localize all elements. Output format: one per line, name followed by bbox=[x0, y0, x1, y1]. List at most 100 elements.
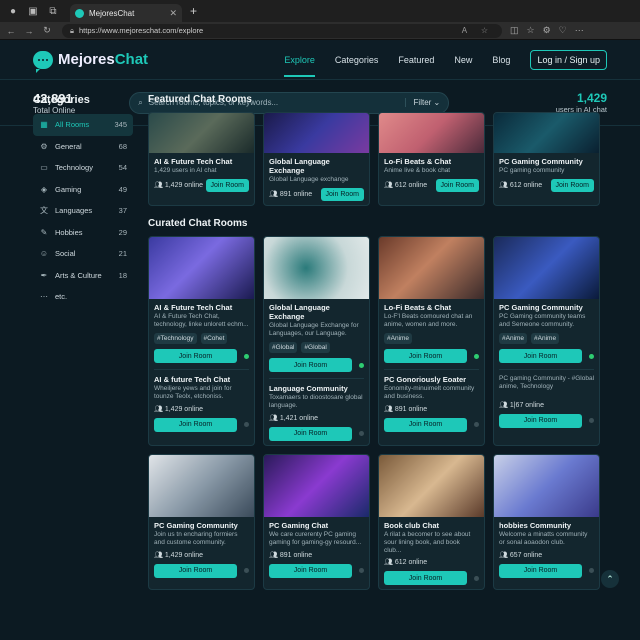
room-thumbnail bbox=[494, 236, 599, 299]
nav-blog[interactable]: Blog bbox=[492, 55, 510, 65]
join-room-button[interactable]: Join Room bbox=[269, 563, 353, 578]
join-room-button[interactable]: Join Room bbox=[499, 349, 583, 364]
forward-icon[interactable]: → bbox=[22, 26, 36, 36]
curated-card[interactable]: AI & Future Tech Chat AI & Future Tech C… bbox=[148, 235, 255, 446]
nav-featured[interactable]: Featured bbox=[398, 55, 434, 65]
room-thumbnail bbox=[379, 454, 484, 517]
logo[interactable]: Mejores Chat bbox=[33, 50, 148, 73]
tag[interactable]: #Cohet bbox=[200, 333, 228, 345]
extensions-icon[interactable]: ⚙ bbox=[543, 25, 551, 36]
grid-icon: ▦ bbox=[40, 120, 48, 130]
join-room-button[interactable]: Join Room bbox=[384, 417, 468, 432]
join-room-button[interactable]: Join Room bbox=[154, 417, 238, 432]
card-subtitle-secondary: Toxamaers to dioostosare global language… bbox=[269, 394, 363, 410]
room-card[interactable]: hobbies Community Welcome a minatts commu… bbox=[493, 453, 600, 591]
card-title: Book club Chat bbox=[384, 520, 440, 530]
url-actions-icons[interactable]: A ☆ bbox=[462, 26, 494, 35]
sidebar-item-general[interactable]: ⚙ General 68 bbox=[33, 136, 133, 158]
room-card[interactable]: PC Gaming Community Join us tn encharing … bbox=[148, 453, 255, 591]
browser-essentials-icon[interactable]: ♡ bbox=[559, 25, 567, 36]
tag[interactable]: #Anime bbox=[384, 333, 413, 345]
card-title: PC Gaming Community bbox=[154, 520, 238, 530]
tab-actions-icon[interactable]: ⧉ bbox=[46, 4, 60, 18]
curated-card[interactable]: Lo-Fi Beats & Chat Lo-F'l Beats comoured… bbox=[378, 235, 485, 446]
sidebar-item-hobbies[interactable]: ✎ Hobbies 29 bbox=[33, 222, 133, 244]
sidebar-item-more[interactable]: ⋯ etc. bbox=[33, 286, 133, 308]
sidebar-item-languages[interactable]: 文 Languages 37 bbox=[33, 200, 133, 222]
join-room-button[interactable]: Join Room bbox=[384, 349, 468, 364]
sidebar-item-label: Technology bbox=[55, 163, 93, 173]
sidebar-item-all-rooms[interactable]: ▦ All Rooms 345 bbox=[33, 114, 133, 136]
sidebar-item-social[interactable]: ☺ Social 21 bbox=[33, 243, 133, 265]
sidebar-item-technology[interactable]: ▭ Technology 54 bbox=[33, 157, 133, 179]
room-card[interactable]: PC Gaming Chat We care curerenty PC gamin… bbox=[263, 453, 370, 591]
split-screen-icon[interactable]: ◫ bbox=[510, 25, 519, 36]
online-count: 1|67 online bbox=[509, 401, 544, 409]
users-icon: 👥︎ bbox=[384, 405, 393, 413]
join-room-button[interactable]: Join Room bbox=[269, 426, 353, 441]
tag[interactable]: #Global bbox=[269, 342, 298, 354]
featured-card[interactable]: AI & Future Tech Chat 1,429 users in AI c… bbox=[148, 112, 255, 206]
url-field[interactable]: 🔒︎ https://www.mejoreschat.com/explore A… bbox=[62, 23, 502, 38]
sidebar-item-label: Languages bbox=[55, 206, 93, 216]
join-room-button[interactable]: Join Room bbox=[384, 571, 468, 586]
nav-categories[interactable]: Categories bbox=[335, 55, 379, 65]
online-count: 1,429 online bbox=[164, 405, 203, 413]
status-dot bbox=[359, 431, 364, 437]
room-thumbnail bbox=[149, 454, 254, 517]
menu-icon[interactable]: ⋯ bbox=[575, 25, 584, 36]
curated-card[interactable]: PC Gaming Community PC Gaming community … bbox=[493, 235, 600, 446]
tab-title: MejoresChat bbox=[89, 8, 135, 18]
online-count: 1,429 online bbox=[164, 551, 203, 559]
join-room-button[interactable]: Join Room bbox=[205, 178, 249, 192]
featured-card[interactable]: Lo-Fi Beats & Chat Anime live & book chat… bbox=[378, 112, 485, 206]
reload-icon[interactable]: ↻ bbox=[40, 25, 54, 36]
join-room-button[interactable]: Join Room bbox=[499, 413, 583, 428]
join-room-button[interactable]: Join Room bbox=[154, 563, 238, 578]
sidebar-item-label: General bbox=[55, 141, 82, 151]
collections-icon[interactable]: ▣ bbox=[26, 4, 40, 18]
browser-toolbar-icons: ◫ ☆ ⚙ ♡ ⋯ bbox=[510, 25, 584, 36]
join-room-button[interactable]: Join Room bbox=[320, 187, 364, 201]
status-dot bbox=[359, 568, 364, 574]
browser-tab[interactable]: MejoresChat ✕ bbox=[70, 4, 182, 22]
people-icon: ☺ bbox=[39, 249, 49, 259]
join-room-button[interactable]: Join Room bbox=[269, 358, 353, 373]
tag[interactable]: #Technology bbox=[154, 333, 197, 345]
tag[interactable]: #Anime bbox=[499, 333, 528, 345]
nav-explore[interactable]: Explore bbox=[284, 55, 315, 77]
featured-card[interactable]: Global Language Exchange Global Language … bbox=[263, 112, 370, 206]
card-title: Global Language Exchange bbox=[269, 157, 330, 175]
card-subtitle: Global Language exchange bbox=[269, 176, 349, 183]
room-thumbnail bbox=[264, 454, 369, 517]
room-card[interactable]: Book club Chat A rilat a becomer to see a… bbox=[378, 453, 485, 591]
join-room-button[interactable]: Join Room bbox=[550, 178, 594, 192]
users-icon: 👥︎ bbox=[269, 551, 278, 559]
nav-new[interactable]: New bbox=[454, 55, 472, 65]
featured-card[interactable]: PC Gaming Community PC gaming community 👥… bbox=[493, 112, 600, 206]
join-room-button[interactable]: Join Room bbox=[154, 349, 238, 364]
join-room-button[interactable]: Join Room bbox=[435, 178, 479, 192]
tag[interactable]: #Global bbox=[301, 342, 330, 354]
users-icon: 👥︎ bbox=[384, 559, 393, 567]
profile-icon[interactable]: ● bbox=[6, 4, 20, 18]
back-icon[interactable]: ← bbox=[4, 26, 18, 36]
join-room-button[interactable]: Join Room bbox=[499, 563, 583, 578]
scroll-to-top-button[interactable]: ⌃ bbox=[601, 570, 619, 588]
sidebar-item-gaming[interactable]: ◈ Gaming 49 bbox=[33, 179, 133, 201]
login-button[interactable]: Log in / Sign up bbox=[530, 49, 607, 70]
room-thumbnail bbox=[149, 113, 254, 153]
users-icon: 👥︎ bbox=[384, 182, 393, 190]
curated-card[interactable]: Global Language Exchange Global Language… bbox=[263, 235, 370, 446]
pen-icon: ✒ bbox=[40, 270, 48, 280]
tag[interactable]: #Anime bbox=[531, 333, 560, 345]
close-tab-icon[interactable]: ✕ bbox=[169, 8, 177, 19]
card-subtitle-secondary: Eonomity-minuimelt community and busines… bbox=[384, 385, 475, 401]
users-icon: 👥︎ bbox=[499, 551, 508, 559]
users-icon: 👥︎ bbox=[269, 414, 278, 422]
site-header: Mejores Chat Explore Categories Featured … bbox=[0, 40, 640, 80]
favorites-icon[interactable]: ☆ bbox=[527, 25, 535, 36]
sidebar-item-label: Gaming bbox=[55, 184, 82, 194]
new-tab-icon[interactable]: + bbox=[190, 4, 197, 18]
sidebar-item-arts[interactable]: ✒ Arts & Culture 18 bbox=[33, 265, 133, 287]
